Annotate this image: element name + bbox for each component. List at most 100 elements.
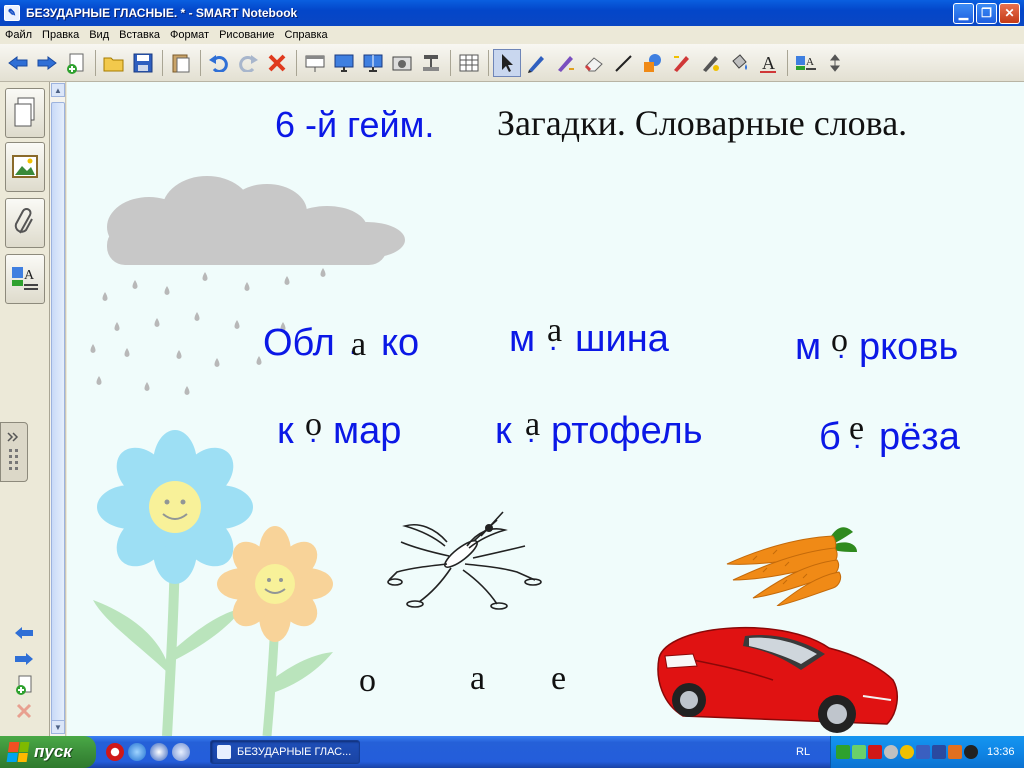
menu-insert[interactable]: Вставка [114, 29, 165, 41]
carrots-image[interactable] [723, 522, 863, 606]
minimize-button[interactable]: ▁ [953, 2, 974, 24]
notebook-page[interactable]: 6 -й гейм. Загадки. Словарные слова. Обл… [67, 82, 1024, 736]
creative-pen-button[interactable] [551, 49, 579, 77]
tray-speaker-icon[interactable] [884, 745, 898, 759]
previous-page-button[interactable] [12, 622, 36, 644]
insert-table-button[interactable] [455, 49, 483, 77]
rain-cloud-image[interactable] [87, 172, 417, 432]
start-button[interactable]: пуск [0, 736, 96, 768]
menu-draw[interactable]: Рисование [214, 29, 279, 41]
tray-antivirus-icon[interactable] [868, 745, 882, 759]
fill-button[interactable] [725, 49, 753, 77]
screen-capture-button[interactable] [388, 49, 416, 77]
dual-display-button[interactable] [359, 49, 387, 77]
forward-button[interactable] [33, 49, 61, 77]
delete-page-button[interactable] [12, 700, 36, 722]
eraser-button[interactable] [580, 49, 608, 77]
menu-format[interactable]: Формат [165, 29, 214, 41]
missing-letter[interactable]: е [849, 410, 864, 448]
red-car-image[interactable] [653, 620, 903, 736]
system-tray: 13:36 [830, 736, 1024, 768]
taskbar-window-button[interactable]: БЕЗУДАРНЫЕ ГЛАС... [210, 740, 360, 764]
add-page-button[interactable] [62, 49, 90, 77]
save-button[interactable] [129, 49, 157, 77]
letter-choice-a[interactable]: а [470, 660, 485, 698]
game-number-heading[interactable]: 6 -й гейм. [275, 104, 434, 146]
next-page-button[interactable] [12, 648, 36, 670]
clock[interactable]: 13:36 [987, 746, 1015, 758]
missing-letter[interactable]: а [547, 312, 562, 350]
properties-tab[interactable]: A [5, 254, 45, 304]
restore-button[interactable]: ❐ [976, 2, 997, 24]
flowers-image[interactable] [75, 422, 355, 736]
tray-media-icon[interactable] [964, 745, 978, 759]
scroll-up-button[interactable]: ▲ [51, 83, 65, 97]
scroll-down-button[interactable]: ▼ [51, 720, 65, 734]
topic-heading[interactable]: Загадки. Словарные слова. [497, 102, 907, 144]
word-komar[interactable]: к . о мар [277, 406, 427, 454]
missing-letter[interactable]: о [831, 322, 848, 360]
tray-at-icon[interactable] [900, 745, 914, 759]
magic-pen-button[interactable] [667, 49, 695, 77]
screen-shade-button[interactable] [301, 49, 329, 77]
attachments-tab[interactable] [5, 198, 45, 248]
menu-edit[interactable]: Правка [37, 29, 84, 41]
delete-button[interactable] [263, 49, 291, 77]
missing-letter[interactable]: а [351, 326, 366, 364]
clipboard-icon [172, 54, 190, 72]
internet-explorer-icon[interactable] [128, 743, 146, 761]
shapes-tool-button[interactable] [638, 49, 666, 77]
gallery-tab[interactable] [5, 142, 45, 192]
quick-launch-app-icon[interactable] [172, 743, 190, 761]
word-morkov[interactable]: м . о рковь [795, 322, 985, 370]
undo-button[interactable] [205, 49, 233, 77]
arrow-right-icon [37, 55, 57, 70]
document-camera-icon [423, 54, 439, 71]
back-button[interactable] [4, 49, 32, 77]
tray-shield-icon[interactable] [916, 745, 930, 759]
letter-choice-o[interactable]: о [359, 662, 376, 700]
tray-bluetooth-icon[interactable] [932, 745, 946, 759]
missing-letter[interactable]: а [525, 406, 540, 444]
add-page-side-button[interactable] [12, 674, 36, 696]
move-toolbar-button[interactable] [821, 49, 849, 77]
line-tool-button[interactable] [609, 49, 637, 77]
page-sorter-icon [14, 97, 35, 127]
missing-letter[interactable]: о [305, 406, 322, 444]
word-prefix: к [277, 410, 294, 452]
document-camera-button[interactable] [417, 49, 445, 77]
select-tool-button[interactable] [493, 48, 521, 77]
close-button[interactable]: ✕ [999, 2, 1020, 24]
properties-button[interactable]: A [792, 49, 820, 77]
menu-help[interactable]: Справка [280, 29, 333, 41]
tray-network-icon[interactable] [836, 745, 850, 759]
mosquito-image[interactable] [385, 506, 545, 612]
tray-app-icon[interactable] [948, 745, 962, 759]
full-screen-button[interactable] [330, 49, 358, 77]
show-desktop-icon[interactable] [150, 743, 168, 761]
title-bar: ✎ БЕЗУДАРНЫЕ ГЛАСНЫЕ. * - SMART Notebook… [0, 0, 1024, 26]
scroll-thumb[interactable] [51, 102, 65, 722]
side-panel-handle[interactable] [0, 422, 28, 482]
creative-pen-icon [558, 55, 574, 72]
paste-button[interactable] [167, 49, 195, 77]
word-mashina[interactable]: м . а шина [509, 312, 689, 362]
language-indicator[interactable]: RL [796, 746, 810, 758]
page-sorter-tab[interactable] [5, 88, 45, 138]
toolbar-separator [200, 49, 201, 76]
word-bereza[interactable]: б . е рёза [819, 410, 989, 460]
text-tool-button[interactable]: A [754, 49, 782, 77]
redo-button[interactable] [234, 49, 262, 77]
vertical-scrollbar[interactable]: ▲ ▼ [50, 82, 66, 736]
menu-view[interactable]: Вид [84, 29, 114, 41]
pen-tool-button[interactable] [522, 49, 550, 77]
opera-icon[interactable] [106, 743, 124, 761]
tray-sound-icon[interactable] [852, 745, 866, 759]
sparkle-pen-icon [703, 55, 719, 72]
menu-file[interactable]: Файл [0, 29, 37, 41]
letter-choice-e[interactable]: е [551, 660, 566, 698]
word-oblako[interactable]: Обл . а ко [263, 322, 433, 366]
word-kartofel[interactable]: к . а ртофель [495, 406, 735, 454]
shape-recognition-pen-button[interactable] [696, 49, 724, 77]
open-button[interactable] [100, 49, 128, 77]
